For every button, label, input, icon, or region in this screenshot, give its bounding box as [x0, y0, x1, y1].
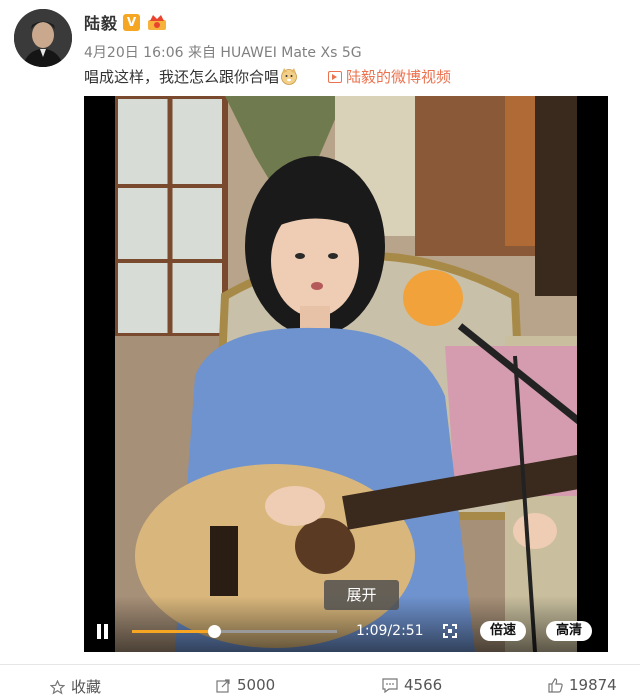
- crown-icon: [148, 15, 166, 30]
- progress-knob[interactable]: [208, 625, 221, 638]
- like-button[interactable]: 19874: [548, 676, 617, 694]
- video-link-label: 陆毅的微博视频: [346, 68, 452, 86]
- expand-button[interactable]: 展开: [324, 580, 399, 610]
- share-button[interactable]: 5000: [216, 676, 275, 694]
- comment-icon: [382, 678, 398, 694]
- star-icon: [49, 679, 66, 695]
- video-icon: [328, 71, 342, 83]
- avatar[interactable]: [14, 9, 72, 67]
- video-frame: [115, 96, 577, 652]
- favorite-button[interactable]: 收藏: [49, 676, 102, 697]
- quality-button[interactable]: 高清: [546, 621, 592, 641]
- video-link[interactable]: 陆毅的微博视频: [328, 66, 451, 87]
- favorite-label: 收藏: [71, 678, 102, 696]
- comment-count: 4566: [404, 676, 443, 694]
- doge-emoji-icon: [281, 68, 297, 85]
- volume-icon[interactable]: [610, 622, 630, 640]
- verified-badge: V: [123, 14, 140, 31]
- share-count: 5000: [237, 676, 276, 694]
- share-icon: [216, 679, 230, 693]
- divider: [0, 664, 640, 665]
- fullscreen-icon[interactable]: [443, 624, 457, 638]
- speed-button[interactable]: 倍速: [480, 621, 526, 641]
- username[interactable]: 陆毅: [84, 10, 118, 34]
- post-meta: 4月20日 16:06 来自 HUAWEI Mate Xs 5G: [84, 45, 362, 61]
- time-display: 1:09/2:51: [356, 623, 424, 639]
- comment-button[interactable]: 4566: [382, 676, 442, 694]
- post-text: 唱成这样，我还怎么跟你合唱: [84, 66, 298, 87]
- pause-icon[interactable]: [96, 624, 110, 639]
- video-player[interactable]: [84, 96, 608, 652]
- post-text-content: 唱成这样，我还怎么跟你合唱: [84, 68, 280, 86]
- progress-fill: [132, 630, 214, 633]
- thumbs-up-icon: [548, 678, 563, 693]
- progress-bar[interactable]: [132, 625, 337, 638]
- like-count: 19874: [569, 676, 617, 694]
